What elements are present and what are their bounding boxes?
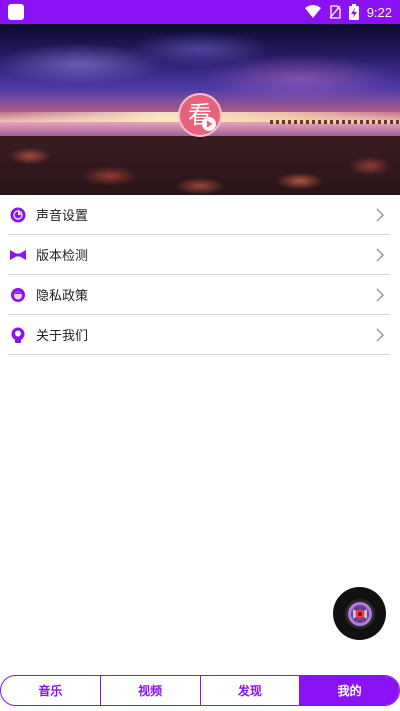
app-icon (8, 4, 24, 20)
wifi-icon (304, 5, 321, 18)
vinyl-record-icon (344, 598, 375, 629)
about-us-icon (10, 327, 26, 343)
banner-rocks (0, 136, 400, 195)
app-logo: 看 (178, 93, 222, 137)
sound-settings-icon (10, 207, 26, 223)
menu-item-label: 声音设置 (36, 209, 89, 224)
menu-item-version-check[interactable]: 版本检测 (8, 235, 390, 275)
menu-item-label: 版本检测 (36, 249, 89, 264)
banner-pier (270, 120, 400, 124)
no-sim-icon (329, 5, 341, 19)
menu-item-privacy-policy[interactable]: 隐私政策 (8, 275, 390, 315)
chevron-right-icon (376, 248, 384, 262)
header-banner-image: 看 (0, 24, 400, 195)
menu-item-about-us[interactable]: 关于我们 (8, 315, 390, 355)
menu-item-label: 关于我们 (36, 329, 89, 344)
status-icons: 9:22 (304, 0, 392, 24)
tab-discover[interactable]: 发现 (201, 676, 301, 705)
battery-charging-icon (348, 4, 359, 20)
tab-video[interactable]: 视频 (101, 676, 201, 705)
now-playing-record-button[interactable] (333, 587, 386, 640)
tab-mine[interactable]: 我的 (300, 676, 399, 705)
status-time: 9:22 (366, 4, 392, 20)
privacy-policy-icon (10, 287, 26, 303)
chevron-right-icon (376, 288, 384, 302)
status-bar: 9:22 (0, 0, 400, 24)
chevron-right-icon (376, 208, 384, 222)
settings-menu: 声音设置 版本检测 隐私政策 关于我们 (8, 195, 390, 355)
menu-item-sound-settings[interactable]: 声音设置 (8, 195, 390, 235)
tab-music[interactable]: 音乐 (1, 676, 101, 705)
chevron-right-icon (376, 328, 384, 342)
bottom-tab-bar: 音乐 视频 发现 我的 (0, 675, 400, 706)
menu-item-label: 隐私政策 (36, 289, 89, 304)
play-icon (202, 117, 216, 131)
version-check-icon (10, 247, 26, 263)
